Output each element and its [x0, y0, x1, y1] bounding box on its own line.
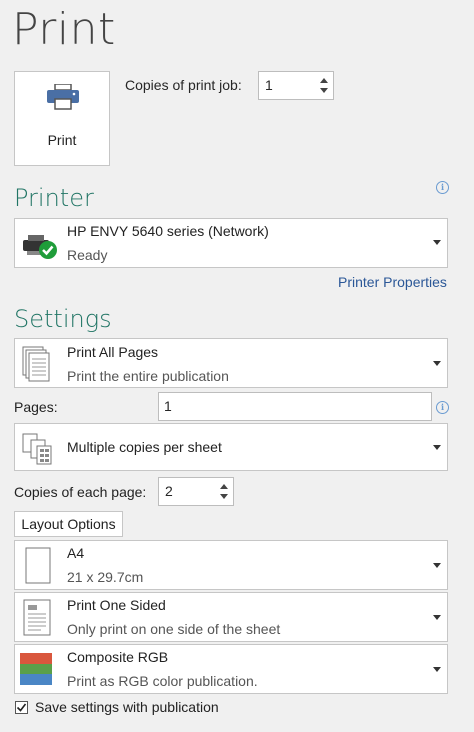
checkmark-icon: [16, 703, 27, 712]
print-range-dropdown[interactable]: Print All Pages Print the entire publica…: [14, 338, 448, 388]
pages-label: Pages:: [14, 399, 58, 415]
chevron-down-icon: [433, 667, 441, 672]
pages-input[interactable]: 1: [158, 392, 432, 421]
chevron-down-icon: [433, 615, 441, 620]
copies-of-each-page-value: 2: [165, 483, 173, 499]
sides-dropdown[interactable]: Print One Sided Only print on one side o…: [14, 592, 448, 642]
printer-ready-icon: [21, 231, 61, 266]
print-button[interactable]: Print: [14, 71, 110, 166]
print-range-sub: Print the entire publication: [67, 368, 229, 384]
chevron-down-icon: [433, 240, 441, 245]
sides-main: Print One Sided: [67, 597, 166, 613]
color-mode-sub: Print as RGB color publication.: [67, 673, 258, 689]
color-mode-dropdown[interactable]: Composite RGB Print as RGB color publica…: [14, 644, 448, 694]
copies-of-print-job-label: Copies of print job:: [125, 77, 242, 93]
paper-size-main: A4: [67, 545, 85, 561]
print-button-label: Print: [47, 132, 77, 148]
chevron-down-icon: [433, 361, 441, 366]
color-mode-main: Composite RGB: [67, 649, 169, 665]
printer-name: HP ENVY 5640 series (Network): [67, 223, 269, 239]
chevron-down-icon: [433, 563, 441, 568]
increment-arrow-icon[interactable]: [220, 484, 228, 489]
settings-heading: Settings: [14, 305, 112, 333]
page-icon: [25, 547, 51, 590]
print-range-main: Print All Pages: [67, 344, 159, 360]
multiple-pages-icon: [21, 432, 55, 471]
decrement-arrow-icon[interactable]: [320, 88, 328, 93]
printer-icon: [46, 83, 80, 115]
layout-main: Multiple copies per sheet: [67, 439, 222, 455]
printer-status: Ready: [67, 247, 108, 263]
layout-options-button[interactable]: Layout Options: [14, 511, 123, 537]
copies-of-each-page-label: Copies of each page:: [14, 484, 147, 500]
printer-properties-link[interactable]: Printer Properties: [338, 274, 447, 290]
sides-sub: Only print on one side of the sheet: [67, 621, 281, 637]
rgb-color-icon: [20, 653, 52, 690]
paper-size-sub: 21 x 29.7cm: [67, 569, 144, 585]
page-title: Print: [12, 4, 116, 55]
one-sided-icon: [23, 599, 53, 642]
pages-icon: [21, 345, 53, 388]
printer-heading: Printer: [14, 184, 94, 212]
save-settings-checkbox[interactable]: [15, 701, 28, 714]
pages-input-value: 1: [164, 398, 172, 414]
save-settings-label[interactable]: Save settings with publication: [35, 699, 219, 715]
info-icon[interactable]: i: [436, 181, 449, 194]
paper-size-dropdown[interactable]: A4 21 x 29.7cm: [14, 540, 448, 590]
copies-of-each-page-stepper[interactable]: 2: [158, 477, 234, 506]
printer-dropdown[interactable]: HP ENVY 5640 series (Network) Ready: [14, 218, 448, 268]
copies-of-print-job-value: 1: [265, 77, 273, 93]
info-icon[interactable]: i: [436, 401, 449, 414]
chevron-down-icon: [433, 445, 441, 450]
increment-arrow-icon[interactable]: [320, 78, 328, 83]
decrement-arrow-icon[interactable]: [220, 494, 228, 499]
copies-of-print-job-stepper[interactable]: 1: [258, 71, 334, 100]
layout-dropdown[interactable]: Multiple copies per sheet: [14, 423, 448, 471]
